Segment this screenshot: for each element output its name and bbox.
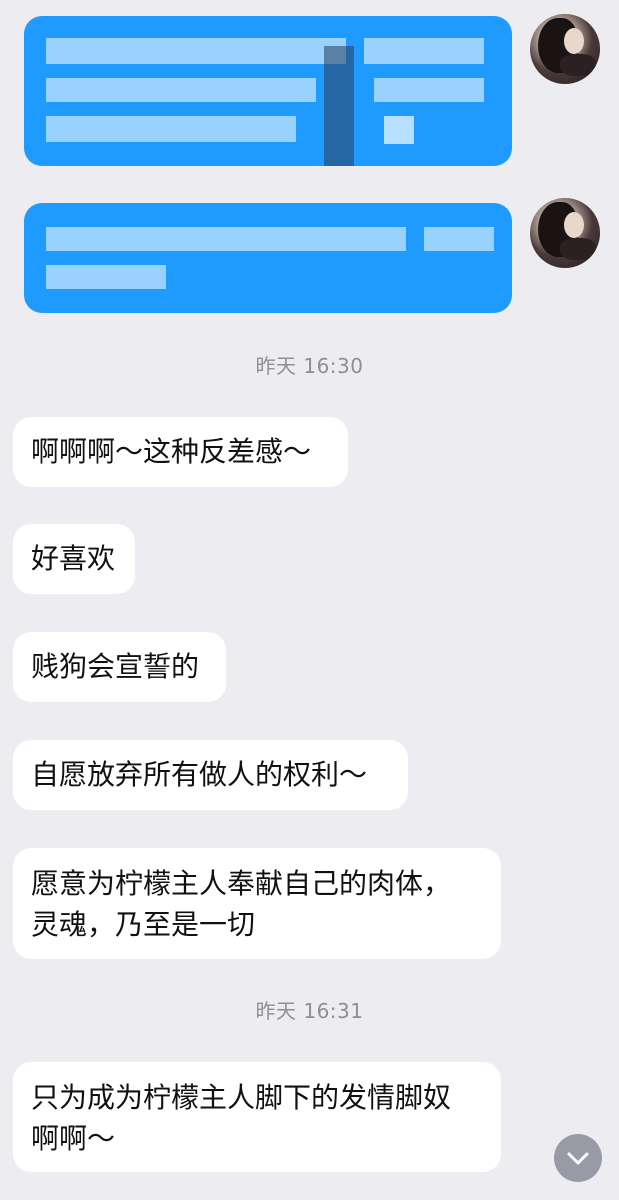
incoming-message[interactable]: 啊啊啊～这种反差感～ xyxy=(13,417,348,487)
outgoing-message-blurred[interactable] xyxy=(24,203,512,313)
incoming-message[interactable]: 贱狗会宣誓的 xyxy=(13,632,226,702)
timestamp: 昨天 16:30 xyxy=(255,354,364,378)
incoming-message[interactable]: 只为成为柠檬主人脚下的发情脚奴 啊啊～ xyxy=(13,1062,501,1172)
incoming-message[interactable]: 自愿放弃所有做人的权利～ xyxy=(13,740,408,810)
avatar[interactable] xyxy=(530,198,600,268)
timestamp: 昨天 16:31 xyxy=(255,999,364,1023)
avatar[interactable] xyxy=(530,14,600,84)
scroll-to-bottom-button[interactable] xyxy=(554,1134,602,1182)
chat-area[interactable]: 昨天 16:30 啊啊啊～这种反差感～ 好喜欢 贱狗会宣誓的 自愿放弃所有做人的… xyxy=(0,0,619,1200)
outgoing-message-blurred[interactable] xyxy=(24,16,512,166)
incoming-message[interactable]: 好喜欢 xyxy=(13,524,135,594)
incoming-message[interactable]: 愿意为柠檬主人奉献自己的肉体， 灵魂，乃至是一切 xyxy=(13,848,501,959)
